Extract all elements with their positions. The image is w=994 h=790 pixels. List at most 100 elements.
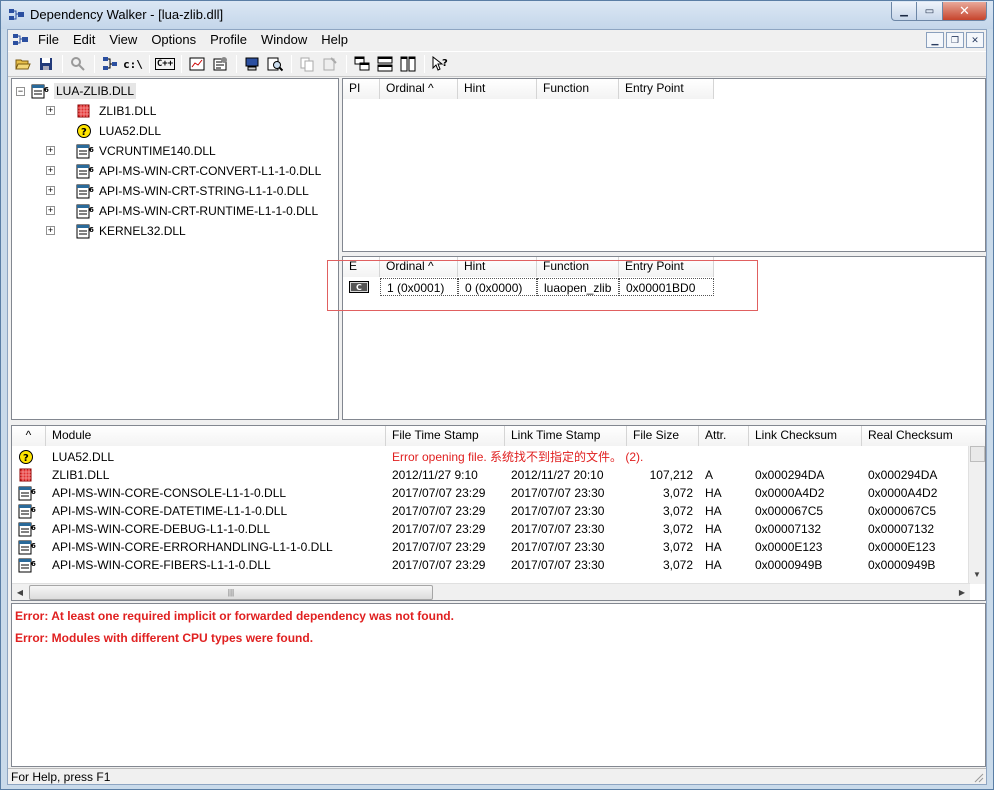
module-list[interactable]: ^ Module File Time Stamp Link Time Stamp… xyxy=(11,425,986,601)
tile-vertical-button[interactable] xyxy=(397,54,419,74)
expand-icon[interactable]: + xyxy=(46,146,55,155)
module-list-vscrollbar[interactable]: ▼ xyxy=(968,446,985,584)
col-hint[interactable]: Hint xyxy=(458,79,537,99)
missing-module-icon: ? xyxy=(77,124,91,138)
collapse-icon[interactable]: − xyxy=(16,86,25,96)
parent-imports-list[interactable]: PI Ordinal ^ Hint Function Entry Point xyxy=(342,78,986,252)
find-button[interactable] xyxy=(67,54,89,74)
module-icon: 6 xyxy=(76,144,94,159)
col-file-time-stamp[interactable]: File Time Stamp xyxy=(386,426,505,446)
svg-text:6: 6 xyxy=(31,560,36,568)
dependency-tree[interactable]: − 6 LUA-ZLIB.DLL + ZLIB1.DLL? LUA52.DLL +6 V… xyxy=(11,78,339,420)
tree-item[interactable]: +6 VCRUNTIME140.DLL xyxy=(46,141,216,161)
col-link-checksum[interactable]: Link Checksum xyxy=(749,426,862,446)
save-button[interactable] xyxy=(35,54,57,74)
maximize-icon: ▭ xyxy=(924,5,935,17)
menu-bar: File Edit View Options Profile Window He… xyxy=(8,30,986,50)
module-row[interactable]: ZLIB1.DLL 2012/11/27 9:10 2012/11/27 20:10… xyxy=(12,466,970,484)
module-name: API-MS-WIN-CORE-CONSOLE-L1-1-0.DLL xyxy=(52,486,287,500)
document-icon[interactable] xyxy=(11,31,31,49)
external-viewer-button[interactable] xyxy=(319,54,341,74)
scroll-right-icon[interactable]: ▶ xyxy=(954,585,970,600)
menu-options[interactable]: Options xyxy=(144,30,203,50)
expand-icon[interactable]: + xyxy=(46,186,55,195)
cascade-button[interactable] xyxy=(351,54,373,74)
module-row[interactable]: 6 API-MS-WIN-CORE-ERRORHANDLING-L1-1-0.DL… xyxy=(12,538,970,556)
menu-help[interactable]: Help xyxy=(314,30,355,50)
tree-item[interactable]: +6 API-MS-WIN-CRT-STRING-L1-1-0.DLL xyxy=(46,181,309,201)
title-bar[interactable]: Dependency Walker - [lua-zlib.dll] ▁ ▭ ✕ xyxy=(1,1,993,29)
tree-root[interactable]: − 6 LUA-ZLIB.DLL xyxy=(16,81,137,101)
attributes: HA xyxy=(705,486,722,500)
mdi-close-button[interactable]: ✕ xyxy=(966,32,984,48)
col-file-size[interactable]: File Size xyxy=(627,426,699,446)
tree-item[interactable]: +6 API-MS-WIN-CRT-RUNTIME-L1-1-0.DLL xyxy=(46,201,318,221)
module-row[interactable]: 6 API-MS-WIN-CORE-CONSOLE-L1-1-0.DLL 2017/… xyxy=(12,484,970,502)
module-icon: 6 xyxy=(76,164,94,179)
col-attr[interactable]: Attr. xyxy=(699,426,749,446)
properties-button[interactable] xyxy=(209,54,231,74)
close-button[interactable]: ✕ xyxy=(943,2,987,21)
expand-icon[interactable]: + xyxy=(46,206,55,215)
file-time-stamp: 2017/07/07 23:29 xyxy=(392,504,486,518)
toolbar: c:\ C++ ? xyxy=(8,51,986,77)
expand-icon[interactable]: + xyxy=(46,106,55,115)
menu-profile[interactable]: Profile xyxy=(203,30,254,50)
open-folder-icon xyxy=(15,59,31,70)
module-row[interactable]: 6 API-MS-WIN-CORE-FIBERS-L1-1-0.DLL 2017/0… xyxy=(12,556,970,574)
col-ordinal[interactable]: Ordinal ^ xyxy=(380,79,458,99)
tree-root-label: LUA-ZLIB.DLL xyxy=(54,83,137,99)
open-button[interactable] xyxy=(12,54,34,74)
scroll-left-icon[interactable]: ◀ xyxy=(12,585,28,600)
maximize-button[interactable]: ▭ xyxy=(917,2,943,21)
menu-window[interactable]: Window xyxy=(254,30,314,50)
log-view[interactable]: Error: At least one required implicit or… xyxy=(11,603,986,767)
hscroll-thumb[interactable]: ||| xyxy=(29,585,433,600)
expand-icon[interactable]: + xyxy=(46,166,55,175)
col-sort[interactable]: ^ xyxy=(12,426,46,446)
undecorate-cpp-button[interactable]: C++ xyxy=(154,54,176,74)
dependency-tree-button[interactable] xyxy=(99,54,121,74)
module-red-icon xyxy=(77,104,90,118)
tree-item[interactable]: +6 KERNEL32.DLL xyxy=(46,221,186,241)
module-row[interactable]: 6 API-MS-WIN-CORE-DATETIME-L1-1-0.DLL 2017… xyxy=(12,502,970,520)
menu-view[interactable]: View xyxy=(102,30,144,50)
link-time-stamp: 2017/07/07 23:30 xyxy=(511,540,605,554)
col-pi[interactable]: PI xyxy=(343,79,380,99)
real-checksum: 0x0000A4D2 xyxy=(868,486,938,500)
col-real-checksum[interactable]: Real Checksum xyxy=(862,426,985,446)
tree-item[interactable]: + ZLIB1.DLL xyxy=(46,101,156,121)
tree-item[interactable]: +6 API-MS-WIN-CRT-CONVERT-L1-1-0.DLL xyxy=(46,161,321,181)
expand-icon[interactable]: + xyxy=(46,226,55,235)
col-module[interactable]: Module xyxy=(46,426,386,446)
view-module-button[interactable] xyxy=(264,54,286,74)
module-row[interactable]: 6 API-MS-WIN-CORE-DEBUG-L1-1-0.DLL 2017/07… xyxy=(12,520,970,538)
col-entry-point[interactable]: Entry Point xyxy=(619,79,714,99)
menu-file[interactable]: File xyxy=(31,30,66,50)
copy-button[interactable] xyxy=(296,54,318,74)
module-row[interactable]: ? LUA52.DLL Error opening file. 系统找不到指定的文件… xyxy=(12,448,786,466)
tile-horizontal-button[interactable] xyxy=(374,54,396,74)
col-function[interactable]: Function xyxy=(537,79,619,99)
menu-edit[interactable]: Edit xyxy=(66,30,102,50)
resize-grip-icon[interactable] xyxy=(972,771,984,783)
col-link-time-stamp[interactable]: Link Time Stamp xyxy=(505,426,627,446)
svg-text:6: 6 xyxy=(31,524,36,532)
module-list-hscrollbar[interactable]: ◀ ||| ▶ xyxy=(12,583,970,600)
minimize-button[interactable]: ▁ xyxy=(891,2,917,21)
attributes: HA xyxy=(705,522,722,536)
mdi-minimize-button[interactable]: ▁ xyxy=(926,32,944,48)
real-checksum: 0x0000949B xyxy=(868,558,936,572)
vscroll-thumb[interactable] xyxy=(970,446,985,462)
full-paths-button[interactable]: c:\ xyxy=(122,54,144,74)
profile-button[interactable] xyxy=(186,54,208,74)
real-checksum: 0x00007132 xyxy=(868,522,935,536)
file-size: 3,072 xyxy=(662,540,693,554)
system-info-button[interactable] xyxy=(241,54,263,74)
svg-text:6: 6 xyxy=(89,186,94,194)
mdi-restore-button[interactable]: ❐ xyxy=(946,32,964,48)
context-help-button[interactable]: ? xyxy=(429,54,451,74)
tree-item-label: KERNEL32.DLL xyxy=(99,224,186,238)
tree-item[interactable]: ? LUA52.DLL xyxy=(46,121,161,141)
scroll-down-icon[interactable]: ▼ xyxy=(969,570,985,584)
